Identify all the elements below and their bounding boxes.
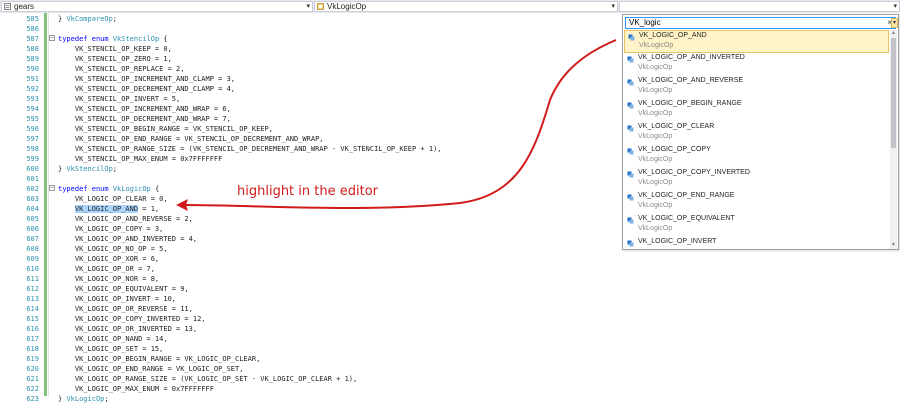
enum-member-icon [627, 240, 634, 247]
code-token: ; [104, 395, 109, 403]
code-token: } [58, 395, 67, 403]
suggestion-item[interactable]: VK_LOGIC_OP_CLEAR VkLogicOp [624, 122, 889, 145]
enum-member-icon [627, 56, 634, 63]
enum-member-icon [627, 217, 634, 224]
enum-member-icon [627, 194, 634, 201]
suggestion-name: VK_LOGIC_OP_COPY [638, 146, 711, 153]
suggestion-name: VK_LOGIC_OP_AND_INVERTED [638, 54, 745, 61]
suggestion-name: VK_LOGIC_OP_AND [639, 32, 707, 39]
scroll-down-icon[interactable]: ▼ [890, 242, 897, 249]
suggestion-scope: VkLogicOp [638, 156, 673, 163]
suggestion-item[interactable]: VK_LOGIC_OP_COPY_INVERTED VkLogicOp [624, 168, 889, 191]
suggestion-item[interactable]: VK_LOGIC_OP_INVERT [624, 237, 889, 249]
suggestion-item[interactable]: VK_LOGIC_OP_AND_REVERSE VkLogicOp [624, 76, 889, 99]
type-token: VkLogicOp [66, 395, 105, 403]
enum-member-icon [627, 171, 634, 178]
suggestion-list: VK_LOGIC_OP_AND VkLogicOp VK_LOGIC_OP_AND_… [624, 30, 889, 249]
enum-member-icon [627, 125, 634, 132]
suggestion-item[interactable]: VK_LOGIC_OP_AND VkLogicOp [624, 30, 889, 53]
suggestion-name: VK_LOGIC_OP_BEGIN_RANGE [638, 100, 742, 107]
symbol-search-value: VK_logic [629, 18, 661, 27]
suggestion-item[interactable]: VK_LOGIC_OP_AND_INVERTED VkLogicOp [624, 53, 889, 76]
suggestion-item[interactable]: VK_LOGIC_OP_COPY VkLogicOp [624, 145, 889, 168]
suggestion-name: VK_LOGIC_OP_CLEAR [638, 123, 715, 130]
dropdown-toggle-button[interactable]: ▾ [891, 18, 898, 28]
suggestion-scrollbar[interactable]: ▲ ▼ [890, 30, 897, 249]
enum-member-icon [627, 102, 634, 109]
suggestion-scope: VkLogicOp [638, 202, 673, 209]
suggestion-name: VK_LOGIC_OP_INVERT [638, 238, 717, 245]
suggestion-item[interactable]: VK_LOGIC_OP_EQUIVALENT VkLogicOp [624, 214, 889, 237]
annotation-label: highlight in the editor [237, 184, 378, 199]
suggestion-item[interactable]: VK_LOGIC_OP_BEGIN_RANGE VkLogicOp [624, 99, 889, 122]
suggestion-scope: VkLogicOp [638, 179, 673, 186]
suggestion-scope: VkLogicOp [639, 42, 674, 49]
symbol-search-input[interactable]: VK_logic × [625, 17, 896, 29]
suggestion-scope: VkLogicOp [638, 133, 673, 140]
suggestion-scope: VkLogicOp [638, 110, 673, 117]
enum-member-icon [627, 79, 634, 86]
suggestion-item[interactable]: VK_LOGIC_OP_END_RANGE VkLogicOp [624, 191, 889, 214]
enum-member-icon [628, 34, 635, 41]
suggestion-scope: VkLogicOp [638, 64, 673, 71]
suggestion-scope: VkLogicOp [638, 87, 673, 94]
suggestion-name: VK_LOGIC_OP_AND_REVERSE [638, 77, 744, 84]
enum-member-icon [627, 148, 634, 155]
scroll-up-icon[interactable]: ▲ [890, 30, 897, 37]
symbol-search-popup: VK_logic × ▾ VK_LOGIC_OP_AND VkLogicOp VK_… [622, 14, 899, 250]
suggestion-name: VK_LOGIC_OP_END_RANGE [638, 192, 735, 199]
scroll-thumb[interactable] [891, 38, 896, 148]
suggestion-name: VK_LOGIC_OP_COPY_INVERTED [638, 169, 750, 176]
suggestion-scope: VkLogicOp [638, 225, 673, 232]
suggestion-name: VK_LOGIC_OP_EQUIVALENT [638, 215, 735, 222]
